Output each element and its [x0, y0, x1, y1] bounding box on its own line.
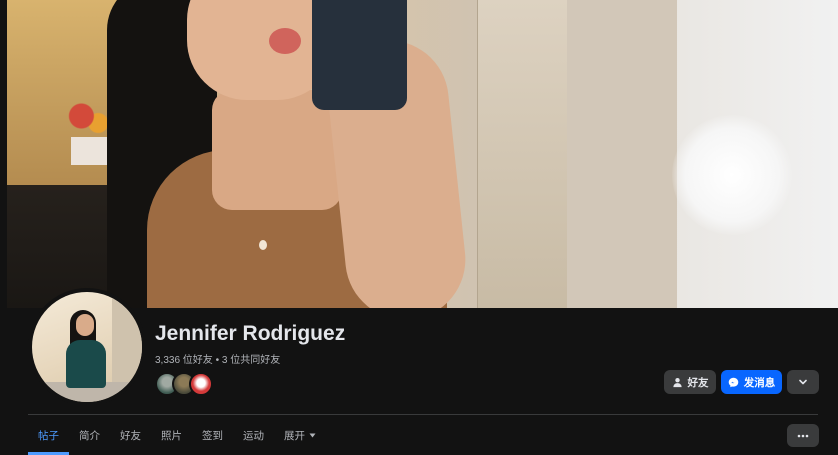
avatar-body — [66, 340, 106, 388]
mutual-friend-avatar[interactable] — [189, 372, 213, 396]
cover-mirror — [567, 0, 677, 308]
tab-checkins-label: 签到 — [202, 430, 223, 442]
chevron-down-icon — [798, 377, 808, 387]
profile-meta: 3,336 位好友 • 3 位共同好友 — [155, 351, 280, 366]
caret-down-icon — [309, 433, 316, 438]
friends-button[interactable]: 好友 — [664, 370, 716, 394]
tab-sports[interactable]: 运动 — [233, 416, 274, 455]
tabs-more-options-button[interactable] — [787, 424, 819, 447]
cover-photo[interactable] — [7, 0, 838, 308]
avatar-face — [76, 314, 94, 336]
messenger-icon — [728, 377, 739, 388]
cover-phone — [312, 0, 407, 110]
avatar-door — [112, 292, 142, 382]
tab-posts[interactable]: 帖子 — [28, 416, 69, 455]
tab-photos-label: 照片 — [161, 430, 182, 442]
mutual-friends-count[interactable]: 3 位共同好友 — [222, 355, 280, 366]
profile-tabs: 帖子 简介 好友 照片 签到 运动 展开 — [28, 416, 326, 455]
more-dots-icon — [797, 434, 809, 438]
tab-about-label: 简介 — [79, 430, 100, 442]
header-divider — [28, 414, 818, 415]
tab-photos[interactable]: 照片 — [151, 416, 192, 455]
tab-friends[interactable]: 好友 — [110, 416, 151, 455]
tab-friends-label: 好友 — [120, 430, 141, 442]
profile-avatar[interactable] — [28, 288, 146, 406]
tab-more-label: 展开 — [284, 430, 305, 442]
profile-options-button[interactable] — [787, 370, 819, 394]
cover-pendant — [259, 240, 267, 250]
person-check-icon — [672, 377, 683, 388]
tab-checkins[interactable]: 签到 — [192, 416, 233, 455]
tab-about[interactable]: 简介 — [69, 416, 110, 455]
cover-lips — [269, 28, 301, 54]
message-button-label: 发消息 — [743, 376, 776, 389]
message-button[interactable]: 发消息 — [721, 370, 782, 394]
cover-light — [672, 115, 792, 235]
tab-posts-label: 帖子 — [38, 430, 59, 442]
cover-door — [477, 0, 568, 308]
tab-more[interactable]: 展开 — [274, 416, 326, 455]
meta-separator: • — [215, 355, 220, 366]
friends-count[interactable]: 3,336 位好友 — [155, 355, 213, 366]
tab-sports-label: 运动 — [243, 430, 264, 442]
friends-button-label: 好友 — [687, 376, 709, 389]
profile-name: Jennifer Rodriguez — [155, 322, 346, 345]
avatar-image — [32, 292, 142, 402]
